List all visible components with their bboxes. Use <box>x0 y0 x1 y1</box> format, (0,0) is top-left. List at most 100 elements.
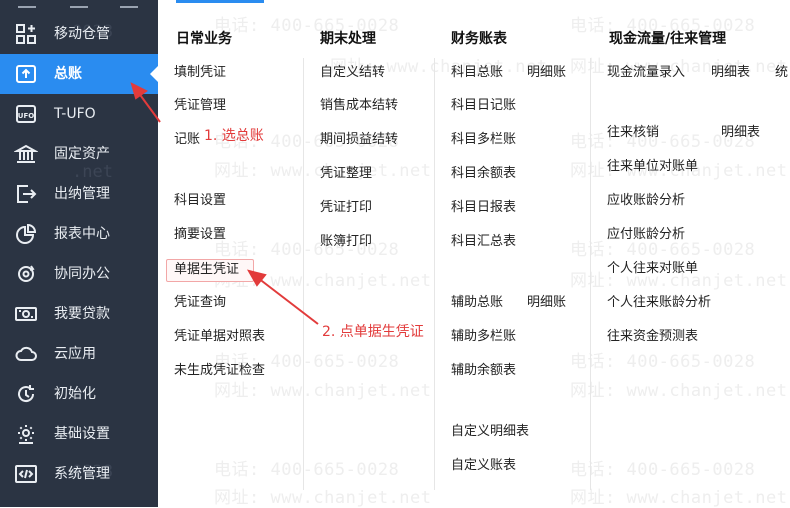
sidebar-item-report-center[interactable]: 报表中心 <box>0 214 158 254</box>
sidebar-item-collaboration[interactable]: 协同办公 <box>0 254 158 294</box>
menu-item-voucher-document-table[interactable]: 凭证单据对照表 <box>174 329 265 345</box>
sidebar-item-loan[interactable]: 我要贷款 <box>0 294 158 334</box>
menu-item-voucher-query[interactable]: 凭证查询 <box>174 295 226 311</box>
menu-item-pnl-carryover[interactable]: 期间损益结转 <box>320 132 398 148</box>
menu-item-unit-statement[interactable]: 往来单位对账单 <box>607 159 698 175</box>
menu-item-fill-voucher[interactable]: 填制凭证 <box>174 65 226 81</box>
watermark: 电话: 400-665-0028 <box>570 460 756 480</box>
sidebar-item-label: 出纳管理 <box>54 186 110 202</box>
menu-item-aux-multi-column[interactable]: 辅助多栏账 <box>451 329 516 345</box>
menu-item-document-to-voucher[interactable]: 单据生凭证 <box>174 262 239 278</box>
column-divider <box>303 58 304 490</box>
watermark: 网址: www.chanjet.net <box>214 488 432 508</box>
menu-item-summary-settings[interactable]: 摘要设置 <box>174 227 226 243</box>
sidebar-item-label: 初始化 <box>54 386 96 402</box>
sidebar-item-label: 协同办公 <box>54 266 110 282</box>
menu-item-voucher-tidy[interactable]: 凭证整理 <box>320 166 372 182</box>
sidebar-item-label: 总账 <box>54 66 82 82</box>
sidebar-item-label: 系统管理 <box>54 466 110 482</box>
toolbar-icon[interactable] <box>18 0 36 8</box>
pie-chart-icon <box>14 223 38 245</box>
sidebar-item-basic-settings[interactable]: 基础设置 <box>0 414 158 454</box>
menu-item-aux-balance[interactable]: 辅助余额表 <box>451 363 516 379</box>
sidebar-item-system-management[interactable]: 系统管理 <box>0 454 158 494</box>
annotation-step1: 1. 选总账 <box>204 128 264 144</box>
toolbar-icon[interactable] <box>70 0 88 8</box>
sidebar-item-general-ledger[interactable]: 总账 <box>0 54 158 94</box>
cashier-exit-icon <box>14 183 38 205</box>
menu-item-voucher-management[interactable]: 凭证管理 <box>174 98 226 114</box>
menu-item-cashflow-entry[interactable]: 现金流量录入 <box>607 65 685 81</box>
column-title: 期末处理 <box>320 31 376 47</box>
sidebar-item-label: 云应用 <box>54 346 96 362</box>
column-divider <box>590 58 591 490</box>
menu-item-custom-detail-table[interactable]: 自定义明细表 <box>451 424 529 440</box>
watermark: 电话: 400-665-0028 <box>570 352 756 372</box>
menu-item-aux-detail-ledger[interactable]: 明细账 <box>527 295 566 311</box>
grid-plus-icon <box>14 23 38 45</box>
ledger-up-icon <box>14 63 38 85</box>
sidebar-top-toolbar <box>0 0 158 12</box>
watermark: 电话: 400-665-0028 <box>214 460 400 480</box>
watermark: 网址: www.chanjet.net <box>214 381 432 401</box>
active-indicator <box>150 66 158 82</box>
ufo-icon: UFO <box>14 103 38 125</box>
menu-item-account-summary[interactable]: 科目汇总表 <box>451 234 516 250</box>
sidebar-item-initialize[interactable]: 初始化 <box>0 374 158 414</box>
menu-item-account-settings[interactable]: 科目设置 <box>174 193 226 209</box>
menu-item-account-general-ledger[interactable]: 科目总账 <box>451 65 503 81</box>
menu-item-custom-ledger-table[interactable]: 自定义账表 <box>451 458 516 474</box>
code-icon <box>14 463 38 485</box>
menu-item-personal-statement[interactable]: 个人往来对账单 <box>607 261 698 277</box>
svg-text:UFO: UFO <box>18 112 34 120</box>
sidebar-item-t-ufo[interactable]: UFO T-UFO <box>0 94 158 134</box>
sidebar-item-cashier[interactable]: 出纳管理 <box>0 174 158 214</box>
cloud-icon <box>14 343 38 365</box>
menu-item-unvouchered-check[interactable]: 未生成凭证检查 <box>174 363 265 379</box>
menu-item-personal-aging[interactable]: 个人往来账龄分析 <box>607 295 711 311</box>
watermark: 电话: 400-665-0028 <box>570 240 756 260</box>
menu-item-receivable-aging[interactable]: 应收账龄分析 <box>607 193 685 209</box>
menu-item-ledger-print[interactable]: 账簿打印 <box>320 234 372 250</box>
menu-item-cashflow-detail[interactable]: 明细表 <box>711 65 750 81</box>
column-title: 日常业务 <box>176 31 232 47</box>
bank-icon <box>14 143 38 165</box>
menu-item-payable-aging[interactable]: 应付账龄分析 <box>607 227 685 243</box>
sidebar-item-mobile-warehouse[interactable]: 移动仓管 <box>0 14 158 54</box>
clock-icon <box>14 383 38 405</box>
menu-item-current-writeoff[interactable]: 往来核销 <box>607 125 659 141</box>
top-tab-indicator <box>176 0 264 3</box>
sidebar-item-cloud-apps[interactable]: 云应用 <box>0 334 158 374</box>
menu-item-detail-ledger[interactable]: 明细账 <box>527 65 566 81</box>
menu-item-account-multi-column[interactable]: 科目多栏账 <box>451 132 516 148</box>
menu-item-account-balance[interactable]: 科目余额表 <box>451 166 516 182</box>
column-title: 财务账表 <box>451 31 507 47</box>
sync-icon <box>14 263 38 285</box>
gear-icon <box>14 423 38 445</box>
watermark: 网址: www.chanjet.net <box>570 381 788 401</box>
menu-item-current-detail[interactable]: 明细表 <box>721 125 760 141</box>
money-icon <box>14 303 38 325</box>
menu-item-account-journal[interactable]: 科目日记账 <box>451 98 516 114</box>
menu-item-aux-general-ledger[interactable]: 辅助总账 <box>451 295 503 311</box>
sidebar-item-label: 固定资产 <box>54 146 110 162</box>
menu-item-cashflow-stats[interactable]: 统 <box>775 65 788 81</box>
toolbar-icon[interactable] <box>120 0 138 8</box>
sidebar: 0028 .net 0028 移动仓管 总账 UFO T-UFO 固定资产 出纳… <box>0 0 158 507</box>
sidebar-item-fixed-assets[interactable]: 固定资产 <box>0 134 158 174</box>
sidebar-item-label: 我要贷款 <box>54 306 110 322</box>
column-title: 现金流量/往来管理 <box>609 31 727 47</box>
menu-item-fund-forecast[interactable]: 往来资金预测表 <box>607 329 698 345</box>
menu-item-posting[interactable]: 记账 <box>174 132 200 148</box>
menu-item-sales-cost-carryover[interactable]: 销售成本结转 <box>320 98 398 114</box>
column-divider <box>434 58 435 490</box>
sidebar-item-label: T-UFO <box>54 106 96 122</box>
menu-item-account-daily-report[interactable]: 科目日报表 <box>451 200 516 216</box>
sidebar-item-label: 移动仓管 <box>54 26 110 42</box>
watermark: 网址: www.chanjet.net <box>570 488 788 508</box>
sidebar-item-label: 基础设置 <box>54 426 110 442</box>
menu-item-custom-carryover[interactable]: 自定义结转 <box>320 65 385 81</box>
sidebar-item-label: 报表中心 <box>54 226 110 242</box>
menu-item-voucher-print[interactable]: 凭证打印 <box>320 200 372 216</box>
annotation-step2: 2. 点单据生凭证 <box>322 324 424 340</box>
